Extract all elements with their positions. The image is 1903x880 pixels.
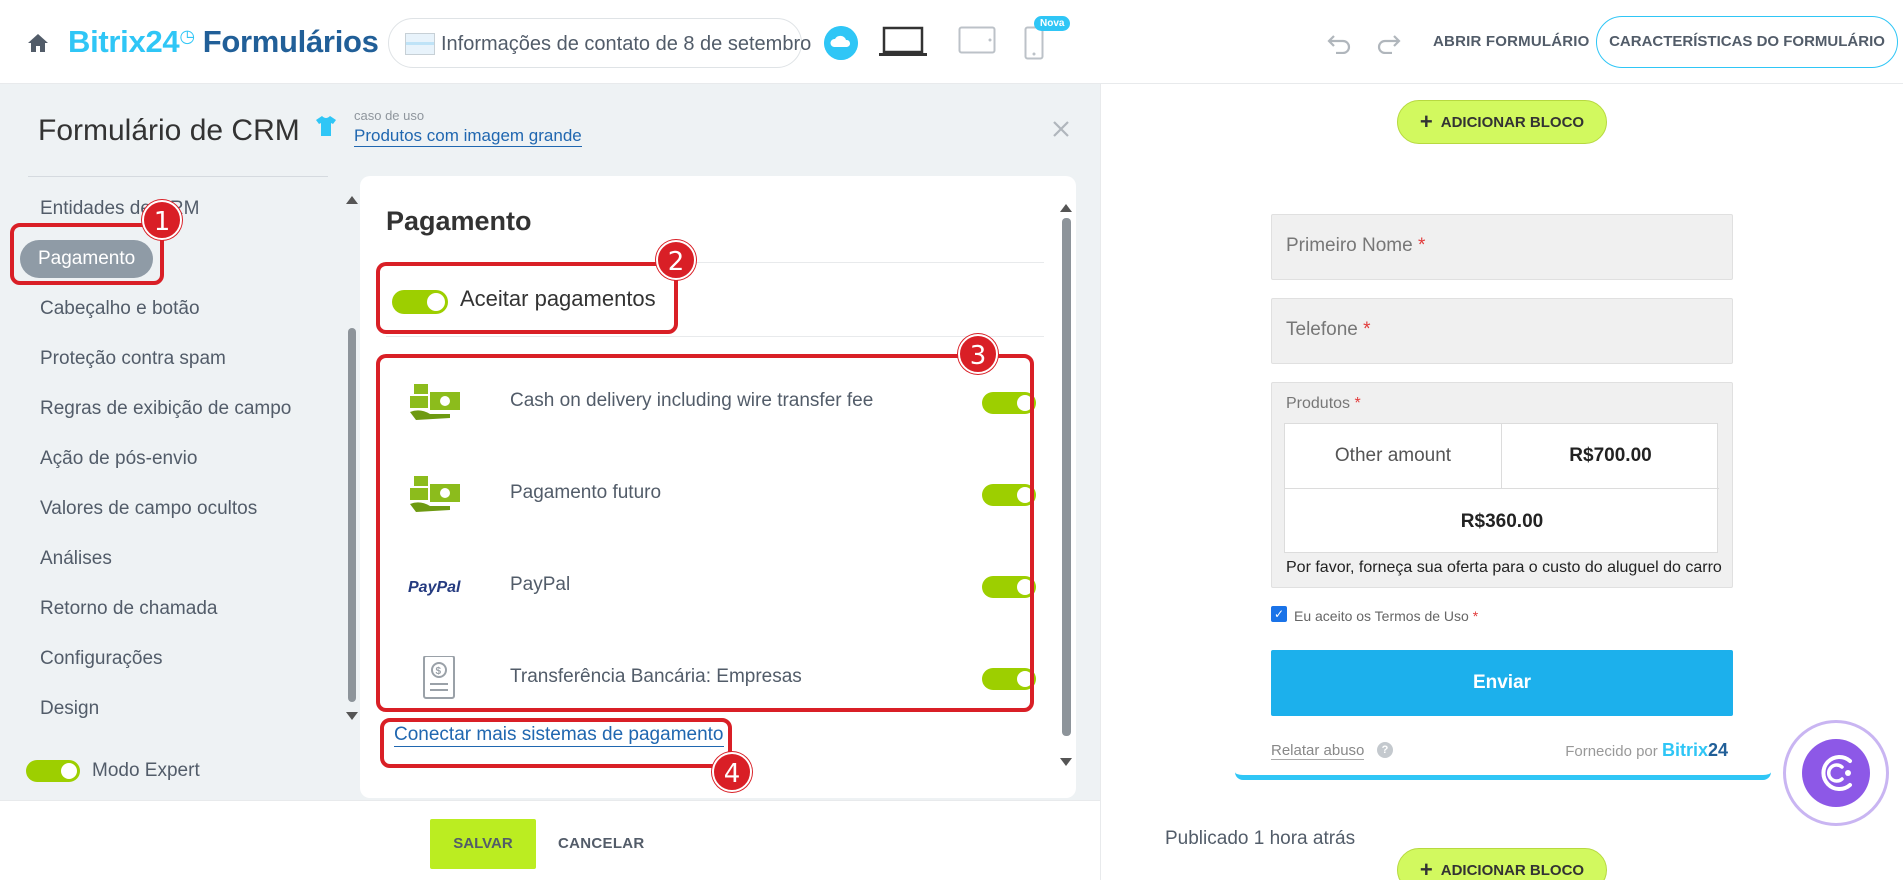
add-block-button[interactable]: + ADICIONAR BLOCO	[1397, 100, 1607, 144]
terms-checkbox[interactable]: ✓	[1271, 606, 1287, 622]
report-abuse-link[interactable]: Relatar abuso	[1271, 742, 1365, 760]
form-properties-button[interactable]: CARACTERÍSTICAS DO FORMULÁRIO	[1596, 16, 1898, 68]
home-icon[interactable]	[26, 32, 50, 54]
new-badge: Nova	[1034, 16, 1071, 31]
accept-payments-label: Aceitar pagamentos	[460, 286, 656, 311]
clock-icon: ◷	[179, 26, 195, 46]
svg-text:$: $	[436, 666, 442, 677]
add-block-button-bottom[interactable]: + ADICIONAR BLOCO	[1397, 848, 1607, 880]
nav-item-callback[interactable]: Retorno de chamada	[20, 584, 320, 634]
product-option-other[interactable]: Other amount	[1285, 424, 1502, 489]
nav-item-analytics[interactable]: Análises	[20, 534, 320, 584]
products-field: Produtos * Other amount R$700.00 R$360.0…	[1271, 382, 1733, 588]
form-bottom-border	[1235, 770, 1771, 780]
nav-item-header-button[interactable]: Cabeçalho e botão	[20, 284, 320, 334]
submit-button[interactable]: Enviar	[1271, 650, 1733, 716]
settings-nav: Entidades de CRM Pagamento Cabeçalho e b…	[20, 184, 320, 734]
product-option[interactable]: R$360.00	[1285, 489, 1719, 554]
nav-item-hidden-field-values[interactable]: Valores de campo ocultos	[20, 484, 320, 534]
tshirt-icon	[316, 116, 336, 136]
accept-payments-toggle[interactable]	[392, 290, 448, 314]
payment-system-name: PayPal	[510, 574, 571, 595]
form-thumbnail-icon	[405, 33, 435, 55]
form-selector[interactable]: Informações de contato de 8 de setembro	[388, 18, 811, 68]
usecase-link[interactable]: Produtos com imagem grande	[354, 126, 582, 147]
terms-label: Eu aceito os Termos de Uso *	[1294, 608, 1479, 624]
connect-more-payment-systems-link[interactable]: Conectar mais sistemas de pagamento	[394, 724, 724, 747]
payment-system-row: $ Transferência Bancária: Empresas	[386, 632, 1044, 724]
payment-system-row: Cash on delivery including wire transfer…	[386, 356, 1044, 448]
save-button[interactable]: SALVAR	[430, 819, 536, 869]
payment-title: Pagamento	[386, 206, 532, 236]
bank-document-icon: $	[423, 656, 455, 699]
redo-icon[interactable]	[1376, 32, 1402, 54]
annotation-number-4: 4	[712, 752, 752, 792]
payment-system-toggle[interactable]	[982, 392, 1036, 414]
divider	[386, 336, 1044, 337]
paypal-logo: PayPal	[408, 579, 461, 596]
help-icon[interactable]: ?	[1377, 742, 1393, 758]
open-form-link[interactable]: ABRIR FORMULÁRIO	[1433, 33, 1590, 50]
payment-system-name: Pagamento futuro	[510, 482, 662, 503]
payment-system-toggle[interactable]	[982, 668, 1036, 690]
tablet-device-icon[interactable]	[958, 26, 996, 54]
products-grid: Other amount R$700.00 R$360.00	[1284, 423, 1719, 554]
plus-icon: +	[1419, 857, 1433, 880]
payment-system-row: PayPal PayPal	[386, 540, 1044, 632]
app-logo[interactable]: Bitrix24◷ Formulários	[68, 24, 379, 60]
phone-device-icon[interactable]	[1024, 26, 1044, 60]
products-hint: Por favor, forneça sua oferta para o cus…	[1286, 559, 1722, 576]
form-selector-title: Informações de contato de 8 de setembro	[441, 33, 812, 55]
payment-card: Pagamento Aceitar pagamentos Cash on del…	[360, 176, 1076, 798]
settings-footer: SALVAR CANCELAR	[0, 800, 1100, 880]
cash-delivery-icon	[410, 384, 460, 420]
chat-widget-icon	[1821, 755, 1852, 791]
annotation-number-3: 3	[958, 334, 998, 374]
cash-delivery-icon	[410, 476, 460, 512]
expert-mode-label: Modo Expert	[92, 760, 200, 781]
chat-widget-inner	[1802, 739, 1870, 807]
paypal-logo-text: PayPal	[408, 579, 461, 596]
products-label: Produtos *	[1286, 395, 1361, 412]
card-scroll-up-arrow[interactable]	[1060, 204, 1072, 212]
payment-system-toggle[interactable]	[982, 484, 1036, 506]
nav-scroll-down-arrow[interactable]	[346, 712, 358, 720]
payment-system-name: Cash on delivery including wire transfer…	[510, 390, 874, 411]
nav-item-spam-protection[interactable]: Proteção contra spam	[20, 334, 320, 384]
nav-scroll-up-arrow[interactable]	[346, 196, 358, 204]
payment-system-toggle[interactable]	[982, 576, 1036, 598]
close-icon[interactable]	[1050, 118, 1072, 140]
payment-system-row: Pagamento futuro	[386, 448, 1044, 540]
nav-item-settings[interactable]: Configurações	[20, 634, 320, 684]
plus-icon: +	[1419, 109, 1433, 134]
panel-title: Formulário de CRM	[38, 114, 300, 147]
settings-panel: Formulário de CRM caso de uso Produtos c…	[0, 84, 1100, 800]
cancel-button[interactable]: CANCELAR	[558, 835, 645, 852]
cloud-device-icon[interactable]	[824, 26, 858, 60]
chat-widget-button[interactable]	[1783, 720, 1889, 826]
top-header: Bitrix24◷ Formulários Informações de cont…	[0, 0, 1903, 84]
card-scroll-down-arrow[interactable]	[1060, 758, 1072, 766]
divider	[386, 262, 1044, 263]
nav-scrollbar[interactable]	[348, 328, 356, 702]
payment-system-name: Transferência Bancária: Empresas	[510, 666, 802, 687]
undo-icon[interactable]	[1326, 32, 1352, 54]
card-scrollbar[interactable]	[1062, 218, 1071, 736]
usecase-label: caso de uso	[354, 108, 425, 123]
annotation-number-2: 2	[656, 240, 696, 280]
nav-divider	[28, 176, 328, 177]
annotation-number-1: 1	[142, 200, 182, 240]
nav-item-design[interactable]: Design	[20, 684, 320, 734]
product-option[interactable]: R$700.00	[1502, 424, 1719, 489]
nav-item-field-display-rules[interactable]: Regras de exibição de campo	[20, 384, 320, 434]
powered-by: Fornecido por Bitrix24	[1565, 740, 1728, 760]
phone-field[interactable]: Telefone *	[1271, 298, 1733, 364]
first-name-field[interactable]: Primeiro Nome *	[1271, 214, 1733, 280]
published-status: Publicado 1 hora atrás	[1165, 828, 1356, 849]
nav-item-post-submit-action[interactable]: Ação de pós-envio	[20, 434, 320, 484]
form-preview: + ADICIONAR BLOCO Primeiro Nome * Telefon…	[1100, 84, 1903, 880]
expert-mode-toggle[interactable]	[26, 760, 80, 782]
nav-item-payment[interactable]: Pagamento	[20, 234, 320, 284]
laptop-device-icon[interactable]	[878, 26, 928, 58]
